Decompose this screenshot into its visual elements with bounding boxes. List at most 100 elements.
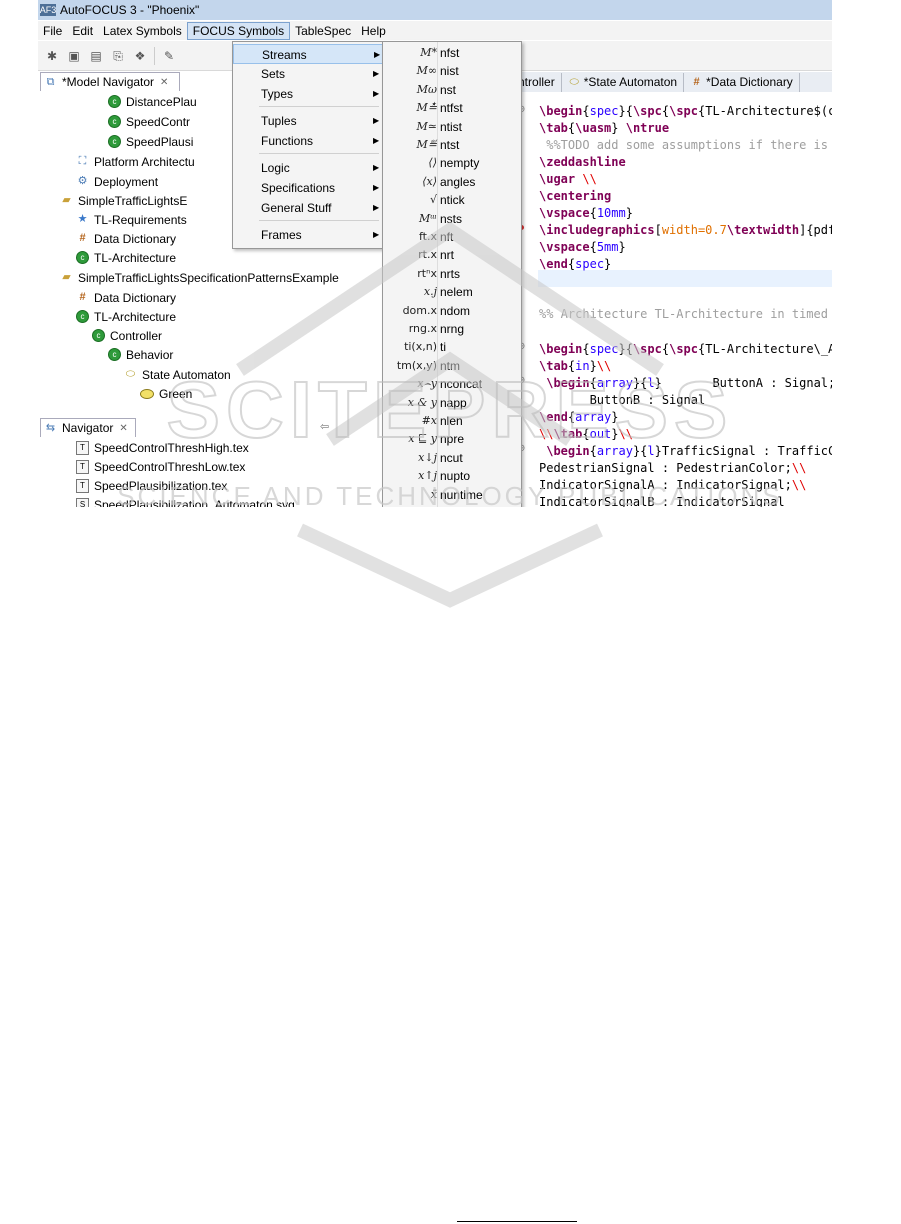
menu-help[interactable]: Help: [356, 22, 391, 40]
tree-item[interactable]: # Data Dictionary: [76, 229, 176, 248]
submenu-item-angles[interactable]: ⟨x⟩ angles: [383, 173, 521, 192]
list-item[interactable]: T SpeedControlThreshHigh.tex: [76, 438, 249, 457]
tree-item[interactable]: c DistancePlau: [108, 92, 197, 111]
menu-item-functions[interactable]: Functions ▶: [233, 131, 383, 151]
tree-item[interactable]: ⛶ Platform Architectu: [76, 152, 195, 171]
platform-icon: ⛶: [78, 155, 87, 167]
submenu-item-label: ndom: [440, 303, 471, 318]
submenu-item-label: nconcat: [440, 377, 483, 392]
tree-item[interactable]: ⚙ Deployment: [76, 172, 158, 191]
tree-item[interactable]: ▰ SimpleTrafficLightsSpecificationPattern…: [60, 268, 339, 287]
navigator-icon: ⇆: [45, 421, 56, 434]
submenu-item-label: ntfst: [440, 101, 463, 116]
tab-navigator[interactable]: ⇆ Navigator ✕: [40, 418, 136, 437]
symbol-glyph: rtⁿx: [417, 266, 437, 280]
menu-edit[interactable]: Edit: [67, 22, 98, 40]
menu-item-types[interactable]: Types ▶: [233, 84, 383, 104]
code-editor[interactable]: ⊖ ⊖ ⊖ ⊖ \begin{spec}{\spc{\spc{TL-Archit…: [476, 92, 832, 507]
submenu-item-npre[interactable]: x ⊑ y npre: [383, 430, 521, 449]
submenu-item-label: npre: [440, 432, 465, 447]
submenu-item-nst[interactable]: Mω nst: [383, 81, 521, 100]
submenu-item-nrts[interactable]: rtⁿx nrts: [383, 265, 521, 284]
submenu-item-nelem[interactable]: x.j nelem: [383, 283, 521, 302]
import-icon[interactable]: ⎘: [110, 48, 126, 64]
menu-tablespec[interactable]: TableSpec: [290, 22, 356, 40]
tree-item[interactable]: c SpeedPlausi: [108, 132, 193, 151]
submenu-item-ntfst[interactable]: M≛ ntfst: [383, 99, 521, 118]
submenu-item-ntst[interactable]: M≝ ntst: [383, 136, 521, 155]
app-logo-icon: AF3: [39, 4, 57, 16]
tab-data-dictionary[interactable]: # *Data Dictionary: [684, 72, 800, 92]
submenu-item-nrng[interactable]: rng.x nrng: [383, 320, 521, 339]
navigator-back-icon[interactable]: ⇦: [320, 420, 329, 433]
submenu-item-nsts[interactable]: Mᵚ nsts: [383, 210, 521, 229]
submenu-item-nuntime[interactable]: x̄ nuntime: [383, 486, 521, 505]
code-line: PedestrianSignal : PedestrianColor;\\: [539, 461, 807, 475]
toolbar-separator: [154, 46, 155, 65]
submenu-item-nrt[interactable]: rt.x nrt: [383, 246, 521, 265]
list-item[interactable]: S SpeedPlausibilization_Automaton.svg: [76, 495, 295, 507]
menu-item-specifications[interactable]: Specifications ▶: [233, 178, 383, 198]
menu-item-frames[interactable]: Frames ▶: [233, 225, 383, 245]
menu-latex-symbols[interactable]: Latex Symbols: [98, 22, 187, 40]
menu-item-general-stuff[interactable]: General Stuff ▶: [233, 198, 383, 218]
tree-item[interactable]: c SpeedContr: [108, 112, 190, 131]
submenu-item-ntm[interactable]: tm(x,y) ntm: [383, 357, 521, 376]
tab-navigator-label: Navigator: [62, 421, 114, 435]
submenu-item-label: nupto: [440, 469, 471, 484]
code-line: ButtonB : Signal: [539, 393, 706, 407]
submenu-item-ntist[interactable]: M≃ ntist: [383, 118, 521, 137]
close-icon[interactable]: ✕: [160, 77, 168, 88]
submenu-item-napp[interactable]: x & y napp: [383, 394, 521, 413]
save-icon[interactable]: ▣: [66, 48, 82, 64]
model-icon[interactable]: ❖: [132, 48, 148, 64]
symbol-glyph: x⌢y: [417, 377, 437, 391]
tree-item[interactable]: # Data Dictionary: [76, 288, 176, 307]
tree-item[interactable]: ★ TL-Requirements: [76, 210, 187, 229]
menu-item-sets[interactable]: Sets ▶: [233, 64, 383, 84]
component-icon: c: [108, 135, 121, 148]
tree-item[interactable]: c Behavior: [108, 345, 173, 364]
submenu-item-nfst[interactable]: M* nfst: [383, 44, 521, 63]
submenu-item-nist[interactable]: M∞ nist: [383, 62, 521, 81]
tree-item[interactable]: ⬭ State Automaton: [124, 365, 231, 384]
menu-file[interactable]: File: [38, 22, 67, 40]
tab-model-navigator[interactable]: ⧉ *Model Navigator ✕: [40, 72, 180, 91]
submenu-item-ti[interactable]: ti(x,n) ti: [383, 338, 521, 357]
submenu-item-nconcat[interactable]: x⌢y nconcat: [383, 375, 521, 394]
tab-state-automaton[interactable]: ⬭ *State Automaton: [562, 72, 685, 92]
tree-item[interactable]: c TL-Architecture: [76, 307, 176, 326]
tree-item[interactable]: c TL-Architecture: [76, 248, 176, 267]
submenu-item-label: nempty: [440, 156, 480, 171]
tab-model-navigator-label: *Model Navigator: [62, 75, 155, 89]
new-project-icon[interactable]: ✱: [44, 48, 60, 64]
menu-focus-symbols[interactable]: FOCUS Symbols: [186, 21, 291, 40]
list-item[interactable]: T SpeedPlausibilization.tex: [76, 476, 227, 495]
submenu-item-nft[interactable]: ft.x nft: [383, 228, 521, 247]
submenu-item-nempty[interactable]: ⟨⟩ nempty: [383, 154, 521, 173]
code-line: %% Architecture TL-Architecture in timed…: [539, 307, 832, 321]
submenu-item-ncut[interactable]: x↓j ncut: [383, 449, 521, 468]
menu-item-tuples[interactable]: Tuples ▶: [233, 111, 383, 131]
save-all-icon[interactable]: ▤: [88, 48, 104, 64]
menu-item-logic[interactable]: Logic ▶: [233, 158, 383, 178]
tree-item[interactable]: Green: [140, 384, 192, 403]
symbol-glyph: M≛: [416, 101, 437, 115]
tex-icon[interactable]: ✎: [161, 48, 177, 64]
submenu-item-ndom[interactable]: dom.x ndom: [383, 302, 521, 321]
tex-file-icon: T: [76, 440, 89, 455]
submenu-item-nlen[interactable]: #x nlen: [383, 412, 521, 431]
tree-item[interactable]: ▰ SimpleTrafficLightsE: [60, 191, 187, 210]
tree-item[interactable]: c Controller: [92, 326, 162, 345]
submenu-item-nupto[interactable]: x↑j nupto: [383, 467, 521, 486]
submenu-item-label: nsts: [440, 211, 463, 226]
list-item[interactable]: T SpeedControlThreshLow.tex: [76, 457, 245, 476]
code-line: \tab{\uasm} \ntrue: [539, 121, 670, 135]
submenu-arrow-icon: ▶: [373, 89, 380, 98]
submenu-item-ntick[interactable]: √ ntick: [383, 191, 521, 210]
close-icon[interactable]: ✕: [119, 423, 127, 434]
svg-file-icon: S: [76, 497, 89, 507]
code-line: \begin{spec}{\spc{\spc{TL-Architecture$(…: [539, 104, 832, 118]
code-line: \vspace{5mm}: [539, 240, 626, 254]
menu-item-streams[interactable]: Streams ▶: [233, 44, 383, 64]
